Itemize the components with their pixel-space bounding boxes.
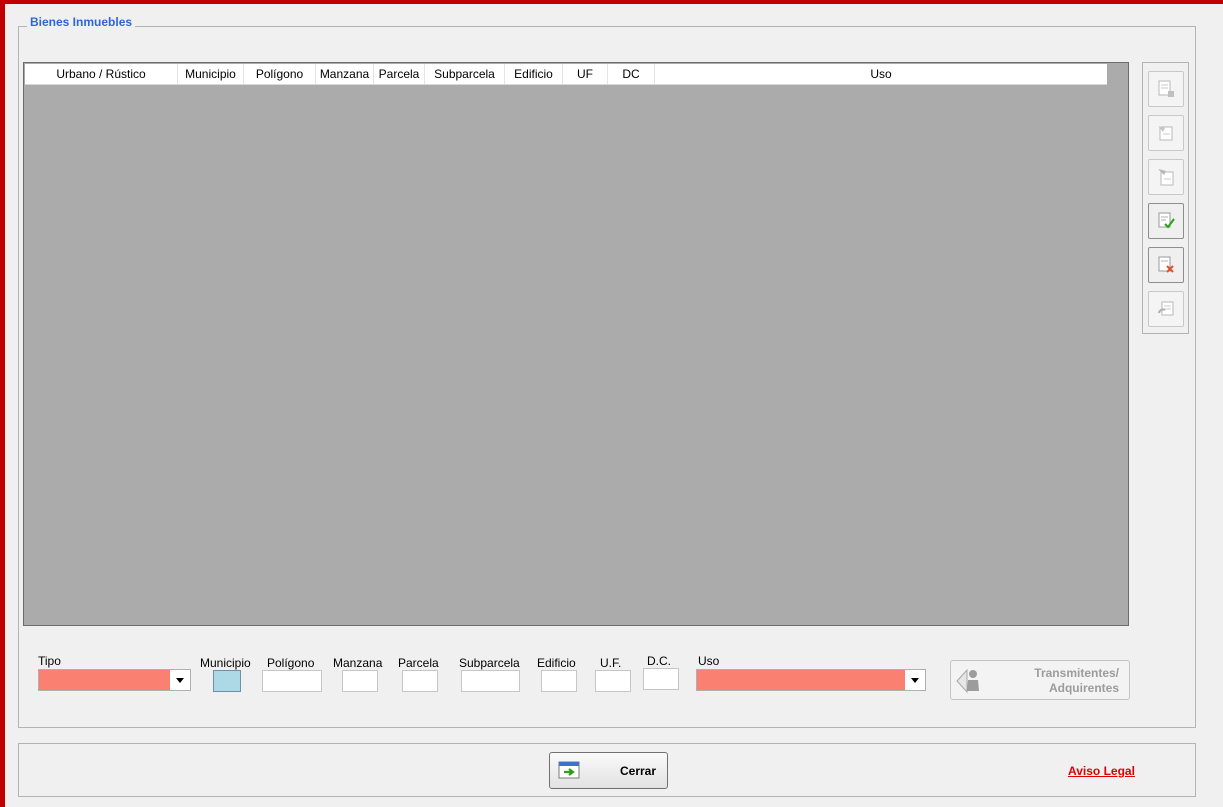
manzana-field[interactable] (342, 670, 378, 692)
chevron-down-icon[interactable] (905, 670, 925, 690)
column-header-parcela[interactable]: Parcela (374, 64, 425, 84)
column-header-edificio[interactable]: Edificio (505, 64, 563, 84)
transmitentes-label-line1: Transmitentes/ (1034, 666, 1119, 680)
copy-document-icon (1158, 169, 1174, 186)
groupbox-title: Bienes Inmuebles (27, 15, 136, 29)
person-icon (956, 668, 979, 694)
window-left-border (0, 0, 5, 807)
transmitentes-label-line2: Adquirentes (1048, 681, 1119, 695)
edit-document-icon (1158, 126, 1173, 141)
side-toolbar (1142, 62, 1189, 334)
column-header-manzana[interactable]: Manzana (316, 64, 374, 84)
uf-label: U.F. (600, 656, 622, 670)
add-document-icon (1158, 80, 1174, 97)
column-header-dc[interactable]: DC (608, 64, 655, 84)
accept-document-icon (1158, 212, 1175, 229)
copy-button[interactable] (1148, 159, 1184, 195)
uso-select[interactable] (696, 669, 926, 691)
window-top-border (0, 0, 1223, 4)
delete-document-icon (1158, 256, 1174, 273)
close-label: Cerrar (620, 764, 657, 778)
column-header-uso[interactable]: Uso (655, 64, 1107, 84)
uf-field[interactable] (595, 670, 631, 692)
tipo-label: Tipo (38, 654, 61, 668)
delete-button[interactable] (1148, 247, 1184, 283)
parcela-label: Parcela (398, 656, 439, 670)
column-header-urbano-rustico[interactable]: Urbano / Rústico (25, 64, 178, 84)
municipio-label: Municipio (200, 656, 251, 670)
edificio-label: Edificio (537, 656, 576, 670)
poligono-label: Polígono (267, 656, 315, 670)
manzana-label: Manzana (333, 656, 383, 670)
dc-label: D.C. (647, 654, 671, 668)
transmitentes-label: Transmitentes/ Adquirentes (1034, 666, 1119, 696)
edificio-field[interactable] (541, 670, 577, 692)
refresh-document-icon (1158, 301, 1174, 316)
refresh-button[interactable] (1148, 291, 1184, 327)
dc-field[interactable] (643, 668, 679, 690)
add-button[interactable] (1148, 71, 1184, 107)
uso-label: Uso (698, 654, 720, 668)
grid-header: Urbano / Rústico Municipio Polígono Manz… (25, 64, 1107, 85)
poligono-field[interactable] (262, 670, 322, 692)
chevron-down-icon[interactable] (170, 670, 190, 690)
transmitentes-adquirentes-button[interactable]: Transmitentes/ Adquirentes (950, 660, 1130, 700)
close-button[interactable]: Cerrar (549, 752, 668, 789)
parcela-field[interactable] (402, 670, 438, 692)
aviso-legal-link[interactable]: Aviso Legal (1068, 764, 1135, 778)
exit-window-icon (558, 761, 580, 779)
tipo-select[interactable] (38, 669, 191, 691)
column-header-municipio[interactable]: Municipio (178, 64, 244, 84)
municipio-field[interactable] (213, 670, 241, 692)
subparcela-label: Subparcela (459, 656, 520, 670)
bienes-grid[interactable]: Urbano / Rústico Municipio Polígono Manz… (23, 62, 1129, 626)
subparcela-field[interactable] (461, 670, 520, 692)
column-header-subparcela[interactable]: Subparcela (425, 64, 505, 84)
accept-button[interactable] (1148, 203, 1184, 239)
column-header-poligono[interactable]: Polígono (244, 64, 316, 84)
edit-button[interactable] (1148, 115, 1184, 151)
column-header-uf[interactable]: UF (563, 64, 608, 84)
